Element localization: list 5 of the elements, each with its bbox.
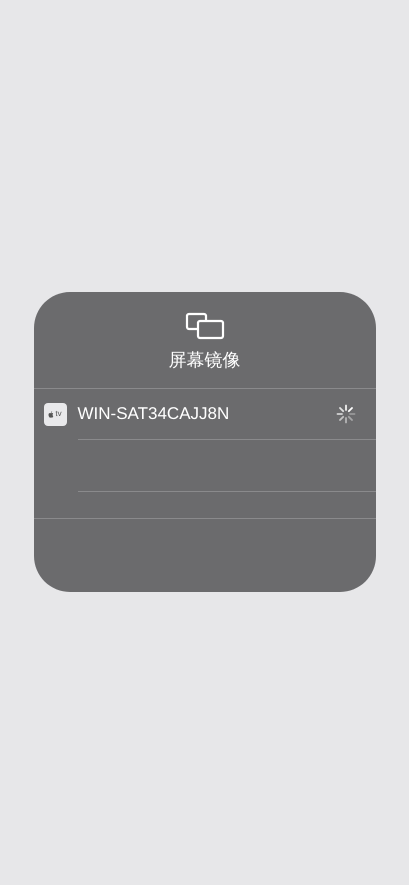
device-name: WIN-SAT34CAJJ8N (78, 403, 230, 426)
panel-title: 屏幕镜像 (168, 349, 240, 372)
device-row[interactable]: tv WIN-SAT34CAJJ8N (34, 389, 376, 439)
screen-mirroring-icon (184, 312, 224, 340)
tv-badge-icon: tv (44, 402, 66, 426)
